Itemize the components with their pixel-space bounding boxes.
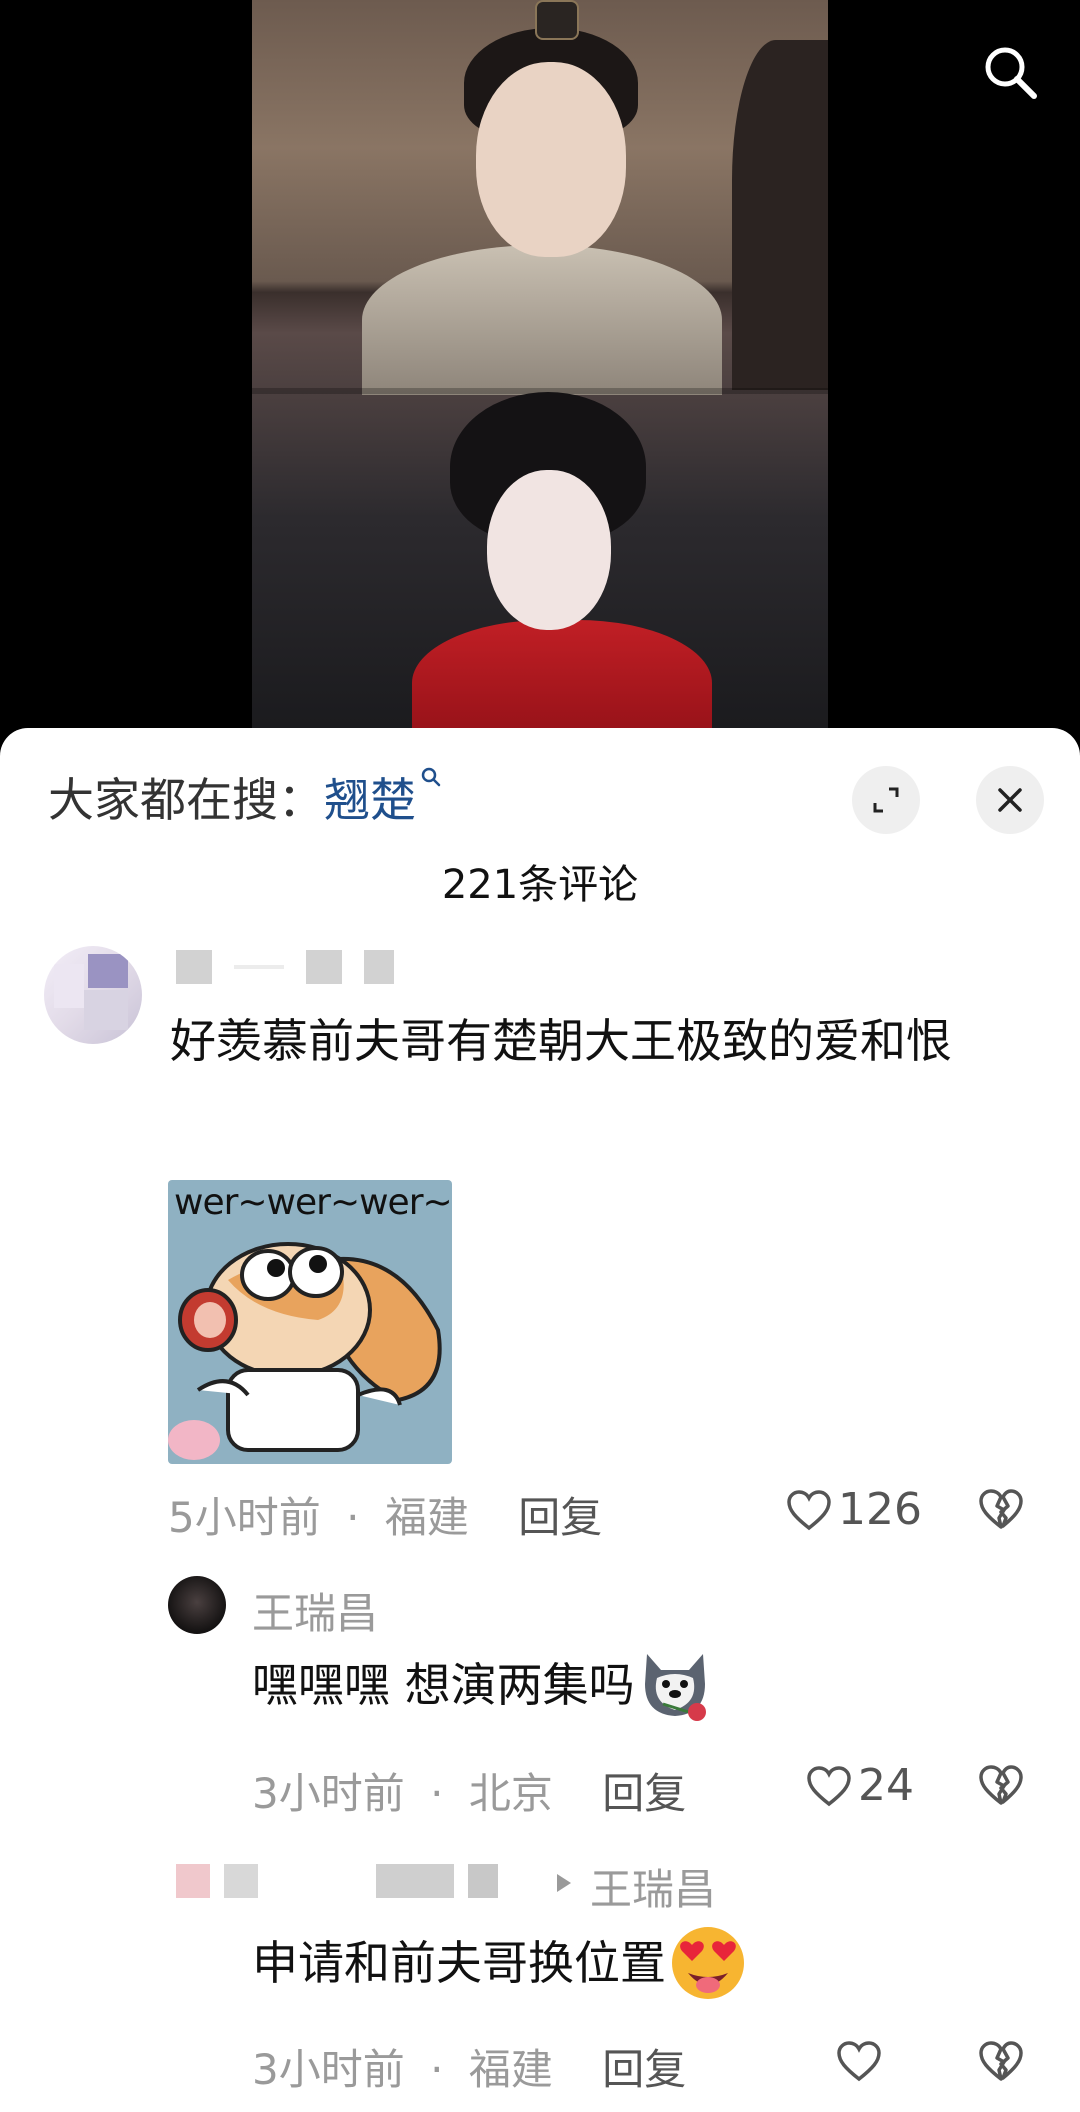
reply-button[interactable]: 回复 <box>602 1769 686 1818</box>
expand-button[interactable] <box>852 766 920 834</box>
search-suggestion[interactable]: 大家都在搜：翘楚 <box>48 764 442 830</box>
reply-to-name[interactable]: 王瑞昌 <box>590 1856 716 1917</box>
video-player[interactable] <box>0 0 1080 740</box>
video-frame <box>252 0 828 740</box>
comment-time: 5小时前 <box>168 1493 321 1542</box>
dislike-button[interactable] <box>978 2040 1024 2086</box>
small-search-icon <box>421 767 441 787</box>
close-icon <box>998 788 1022 812</box>
heart-icon <box>787 1489 831 1530</box>
dog-sticker-icon <box>168 1242 442 1460</box>
reply-avatar[interactable] <box>168 1576 226 1634</box>
search-suggestion-prefix: 大家都在搜： <box>48 773 324 827</box>
reply-location: 福建 <box>468 2045 553 2094</box>
reply-text: 嘿嘿嘿 想演两集吗 <box>252 1650 715 1724</box>
comment-meta: 5小时前 · 福建 回复 <box>168 1493 603 1542</box>
like-button[interactable]: 126 <box>786 1484 922 1535</box>
reply-arrow-icon <box>557 1874 571 1892</box>
reply-button[interactable]: 回复 <box>518 1493 602 1542</box>
heart-icon <box>837 2041 881 2082</box>
comment-count: 221条评论 <box>441 862 639 908</box>
search-suggestion-keyword[interactable]: 翘楚 <box>324 773 416 827</box>
reply-meta: 3小时前 · 北京 回复 <box>252 1769 687 1818</box>
dislike-button[interactable] <box>978 1764 1024 1810</box>
sheet-header: 大家都在搜：翘楚 221条评论 <box>0 728 1080 958</box>
comment-author-name[interactable] <box>176 950 394 984</box>
comment-location: 福建 <box>384 1493 469 1542</box>
heart-eyes-emoji-icon <box>672 1926 744 1999</box>
dislike-button[interactable] <box>978 1488 1024 1534</box>
reply-time: 3小时前 <box>252 2045 405 2094</box>
reply-location: 北京 <box>468 1769 553 1818</box>
heart-icon <box>807 1765 851 1806</box>
avatar[interactable] <box>44 946 142 1044</box>
reply-meta: 3小时前 · 福建 回复 <box>252 2045 687 2094</box>
like-count: 24 <box>858 1760 914 1811</box>
reply-button[interactable]: 回复 <box>602 2045 686 2094</box>
search-icon <box>985 47 1037 99</box>
broken-heart-icon <box>979 2041 1023 2081</box>
comment-sheet: 大家都在搜：翘楚 221条评论 好羡慕前夫哥有楚朝大王极致的爱和恨 wer~we… <box>0 728 1080 2112</box>
comment-text: 好羡慕前夫哥有楚朝大王极致的爱和恨 <box>170 1014 952 1068</box>
search-button[interactable] <box>980 42 1040 102</box>
comment-sticker[interactable]: wer~wer~wer~ <box>168 1180 452 1464</box>
like-button[interactable] <box>836 2040 882 2082</box>
reply-avatar-and-name[interactable] <box>176 1864 498 1898</box>
broken-heart-icon <box>979 1489 1023 1529</box>
expand-icon <box>873 787 899 813</box>
close-button[interactable] <box>976 766 1044 834</box>
reply-text: 申请和前夫哥换位置 <box>252 1926 750 2003</box>
like-button[interactable]: 24 <box>806 1760 914 1811</box>
like-count: 126 <box>838 1484 922 1535</box>
reply-author-name[interactable]: 王瑞昌 <box>252 1580 378 1641</box>
broken-heart-icon <box>979 1765 1023 1805</box>
husky-rose-emoji-icon <box>644 1653 706 1721</box>
reply-time: 3小时前 <box>252 1769 405 1818</box>
